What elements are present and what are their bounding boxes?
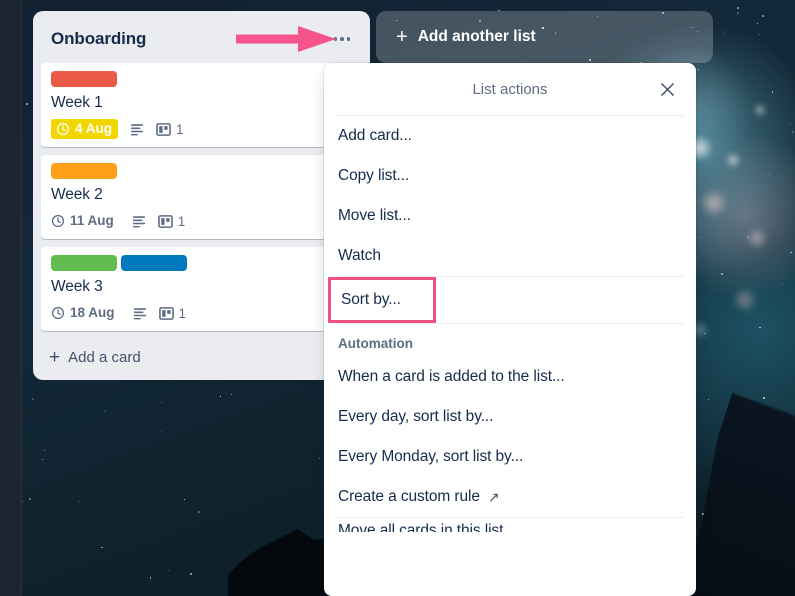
card-list: Week 1 4 Aug 1 Week 2 11 Aug 1 Week 3 18 Aug 1 — [33, 63, 370, 331]
board-list-onboarding: Onboarding Week 14 Aug 1 Week 2 11 Aug 1 Week… — [33, 11, 370, 380]
board-left-rail — [0, 0, 22, 596]
popup-header: List actions — [324, 63, 696, 115]
card-badges: 18 Aug 1 — [51, 303, 354, 325]
list-actions-popup: List actions Add card... Copy list... Move… — [324, 63, 696, 596]
clock-icon — [51, 214, 65, 228]
board-icon — [156, 122, 171, 137]
popup-automation-item[interactable]: Every day, sort list by... — [324, 397, 696, 437]
due-date-text: 11 Aug — [70, 213, 114, 228]
card-title: Week 3 — [51, 278, 103, 295]
clock-icon — [51, 306, 65, 320]
description-icon — [133, 307, 147, 320]
popup-automation-label: When a card is added to the list... — [338, 368, 565, 385]
card-label[interactable] — [51, 71, 117, 87]
due-date-badge[interactable]: 18 Aug — [51, 303, 121, 323]
due-date-badge[interactable]: 11 Aug — [51, 211, 120, 231]
due-date-text: 18 Aug — [70, 305, 115, 320]
card[interactable]: Week 3 18 Aug 1 — [41, 247, 362, 331]
card-title: Week 2 — [51, 186, 103, 203]
attachment-count: 1 — [178, 305, 187, 321]
card-label[interactable] — [51, 163, 117, 179]
annotation-arrow — [236, 26, 336, 52]
attachment-count: 1 — [176, 121, 184, 137]
list-title[interactable]: Onboarding — [51, 29, 146, 49]
popup-menu-item[interactable]: Move list... — [324, 196, 696, 236]
card-labels — [51, 255, 354, 271]
move-all-cards-menu-item[interactable]: Move all cards in this list... — [324, 518, 696, 533]
popup-menu-item[interactable]: Add card... — [324, 116, 696, 156]
popup-title: List actions — [472, 80, 548, 98]
card[interactable]: Week 1 4 Aug 1 — [41, 63, 362, 147]
card-label[interactable] — [51, 255, 117, 271]
popup-menu-item[interactable]: Copy list... — [324, 156, 696, 196]
plus-icon: + — [396, 26, 408, 48]
sort-by-menu-item[interactable]: Sort by... — [331, 280, 433, 320]
description-icon — [132, 215, 146, 228]
attachment-badge: 1 — [158, 305, 187, 321]
card-badges: 11 Aug 1 — [51, 211, 354, 233]
card[interactable]: Week 2 11 Aug 1 — [41, 155, 362, 239]
popup-automation-item[interactable]: When a card is added to the list... — [324, 357, 696, 397]
external-link-icon: ↗ — [487, 488, 500, 505]
popup-automation-label: Create a custom rule — [338, 488, 480, 505]
attachment-badge: 1 — [157, 213, 186, 229]
add-a-card-button[interactable]: + Add a card — [33, 339, 370, 376]
due-date-text: 4 Aug — [75, 121, 112, 136]
popup-primary-actions: Add card... Copy list... Move list... Watch — [324, 116, 696, 276]
sort-by-highlight-box: Sort by... — [328, 277, 436, 323]
attachment-count: 1 — [177, 213, 186, 229]
description-icon — [130, 123, 144, 136]
popup-automation-label: Every day, sort list by... — [338, 408, 494, 425]
close-icon[interactable] — [654, 76, 680, 102]
popup-automation-item[interactable]: Create a custom rule ↗ — [324, 477, 696, 517]
automation-section-heading: Automation — [338, 336, 413, 351]
card-label[interactable] — [121, 255, 187, 271]
plus-icon: + — [49, 346, 61, 368]
due-date-badge[interactable]: 4 Aug — [51, 119, 118, 139]
popup-automation-label: Every Monday, sort list by... — [338, 448, 524, 465]
board-icon — [158, 306, 174, 321]
card-title: Week 1 — [51, 94, 103, 111]
add-another-list-button[interactable]: + Add another list — [376, 11, 713, 63]
add-a-card-label: Add a card — [68, 349, 141, 366]
board-icon — [157, 214, 173, 229]
clock-icon — [56, 122, 70, 136]
popup-menu-item[interactable]: Watch — [324, 236, 696, 276]
attachment-badge: 1 — [156, 122, 184, 137]
popup-automation-item[interactable]: Every Monday, sort list by... — [324, 437, 696, 477]
card-labels — [51, 163, 354, 179]
add-another-list-label: Add another list — [417, 28, 536, 45]
card-labels — [51, 71, 354, 87]
card-badges: 4 Aug 1 — [51, 119, 354, 141]
popup-automation-actions: When a card is added to the list... Every… — [324, 357, 696, 517]
